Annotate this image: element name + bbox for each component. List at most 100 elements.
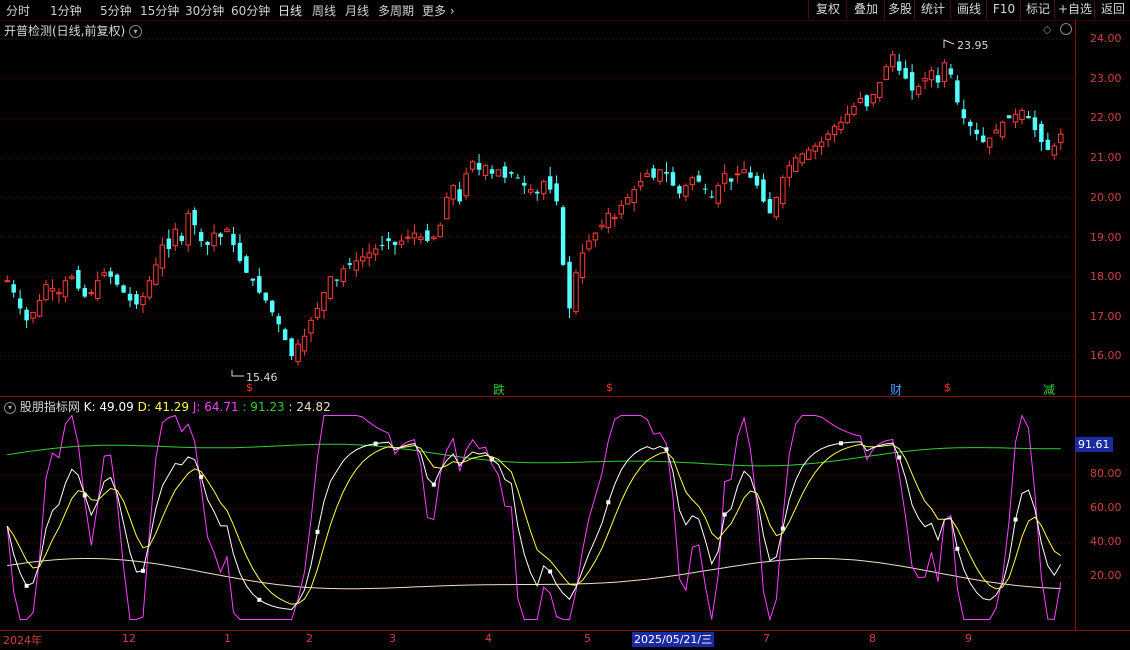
candle-body [535,191,540,194]
indicator-chart[interactable] [0,397,1075,629]
candle-body [689,177,696,186]
candle-body [515,177,521,179]
signal-dot [722,512,727,517]
stats-button[interactable]: 统计 [914,0,951,19]
candle-body [250,278,256,281]
candle-body [495,169,502,177]
candle-body [857,97,864,103]
candle-body [831,125,838,136]
price-tick: 21.00 [1090,151,1122,164]
candle-body [366,252,372,259]
date-label: 2024年 [3,634,42,647]
candle-body [799,153,805,164]
lower-band-line [7,558,1061,590]
candle-body [780,177,786,205]
candle-body [670,172,676,186]
candle-body [192,210,197,226]
candle-body [1026,115,1031,119]
mark-button[interactable]: 标记 [1020,0,1055,19]
candle-body [547,176,553,190]
candle-body [968,121,973,127]
indicator-tick: 20.00 [1090,569,1122,582]
candle-body [121,285,126,293]
settings-circle-icon[interactable]: ▾ [4,401,16,414]
candle-body [179,235,184,242]
candle-body [522,182,527,186]
candle-body [928,70,935,81]
signal-dot [780,526,785,531]
period-tab-1min[interactable]: 1分钟 [50,2,82,19]
low-pointer [231,370,244,377]
signal-dot [373,441,378,446]
candle-body [450,185,456,200]
current-value-tag: 91.61 [1075,437,1113,452]
candle-body [721,173,728,184]
candle-body [567,261,572,309]
f10-button[interactable]: F10 [986,0,1021,19]
period-tab-30min[interactable]: 30分钟 [185,2,224,19]
draw-button[interactable]: 画线 [950,0,987,19]
candle-body [263,292,268,301]
upper-value: : 91.23 [242,400,285,414]
candle-body [664,171,669,174]
candle-body [270,300,275,313]
drop-marker[interactable]: 跌 [493,381,505,398]
candle-body [437,224,444,238]
candle-body [896,61,902,71]
candle-body [851,105,857,115]
candle-body [101,272,107,276]
price-tick: 16.00 [1090,349,1122,362]
period-tab-multi[interactable]: 多周期 [378,2,414,19]
candle-body [1051,145,1058,156]
period-tab-weekly[interactable]: 周线 [312,2,336,19]
dividend-marker[interactable]: $ [606,381,613,394]
period-tab-5min[interactable]: 5分钟 [100,2,132,19]
candle-body [1006,115,1012,119]
dividend-marker[interactable]: $ [246,381,253,394]
candle-body [62,280,69,298]
candle-body [986,137,993,148]
signal-dot [489,457,494,462]
period-tab-more[interactable]: 更多 › [422,2,455,19]
period-tab-60min[interactable]: 60分钟 [231,2,270,19]
date-label: 12 [122,632,136,645]
candle-body [864,95,870,107]
period-tab-timeshare[interactable]: 分时 [6,2,30,19]
candle-body [108,271,113,277]
candle-body [295,343,301,362]
signal-dot [315,529,320,534]
signal-dot [606,500,611,505]
price-axis-line [1075,20,1076,630]
period-tab-daily[interactable]: 日线 [278,2,302,19]
add-watchlist-button[interactable]: +自选 [1054,0,1095,19]
back-button[interactable]: 返回 [1094,0,1130,19]
period-tab-15min[interactable]: 15分钟 [140,2,179,19]
candle-body [1058,133,1064,143]
signal-dot [664,447,669,452]
price-tick: 19.00 [1090,231,1122,244]
candle-body [392,241,398,246]
candle-body [560,207,566,265]
adjust-button[interactable]: 复权 [808,0,847,19]
candle-body [935,75,941,83]
date-label: 5 [584,632,591,645]
candle-body [502,166,508,178]
candle-body [431,236,437,240]
dividend-marker[interactable]: $ [944,381,951,394]
candle-body [359,256,366,262]
overlay-button[interactable]: 叠加 [846,0,885,19]
finance-marker[interactable]: 财 [890,381,902,398]
candle-body [554,183,559,202]
lower-value: : 24.82 [288,400,331,414]
candle-body [198,232,204,242]
candlestick-chart[interactable] [0,20,1075,397]
period-tab-monthly[interactable]: 月线 [345,2,369,19]
d-value: D: 41.29 [137,400,190,414]
candle-body [185,212,191,246]
signal-dot [839,441,844,446]
multi-stock-button[interactable]: 多股 [884,0,915,19]
candle-body [993,129,999,134]
reduce-marker[interactable]: 减 [1043,381,1055,398]
candle-body [631,189,637,203]
candle-body [353,260,359,271]
